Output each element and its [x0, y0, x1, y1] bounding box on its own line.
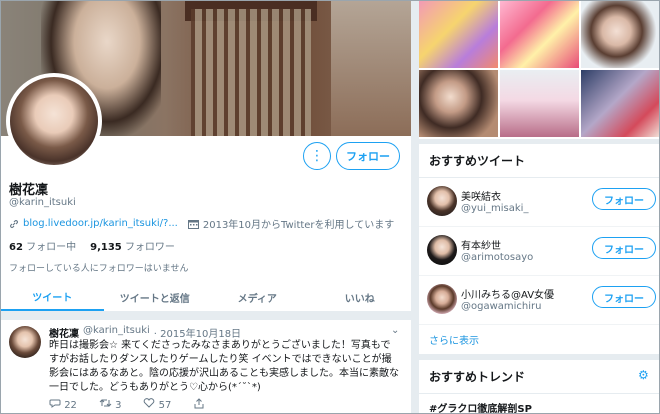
followers-label: フォロワー [124, 242, 175, 253]
like-count: 57 [158, 400, 172, 411]
suggested-user-name[interactable]: 美咲結衣 [461, 188, 501, 203]
photo-thumbnail[interactable] [581, 1, 659, 68]
separator [1, 312, 411, 320]
photo-grid [419, 1, 659, 139]
suggested-user-name[interactable]: 小川みちる@AV女優 [461, 286, 554, 301]
sidebar: おすすめツイート 美咲結衣 @yui_misaki_ フォロー 有本紗世 @ar… [419, 1, 659, 413]
followers-count: 9,135 [90, 242, 122, 253]
tweet-header: 樹花凜 @karin_itsuki · 2015年10月18日 [49, 325, 241, 340]
suggested-user-handle[interactable]: @arimotosayo [461, 252, 533, 263]
profile-column: ⋮ フォロー 樹花凜 @karin_itsuki blog.livedoor.j… [1, 1, 411, 413]
following-stat[interactable]: 62 フォロー中 [9, 238, 76, 253]
tweet-actions: 22 3 57 [49, 398, 205, 412]
follow-user-button[interactable]: フォロー [592, 237, 656, 259]
profile-website-link[interactable]: blog.livedoor.jp/karin_itsuki/?... [23, 218, 178, 229]
suggested-user: 小川みちる@AV女優 @ogawamichiru フォロー [419, 276, 659, 325]
avatar[interactable] [427, 284, 457, 314]
tweet[interactable]: 樹花凜 @karin_itsuki · 2015年10月18日 ⌄ 昨日は撮影会… [1, 320, 411, 413]
suggested-user-handle[interactable]: @yui_misaki_ [461, 203, 528, 214]
photo-thumbnail[interactable] [581, 70, 659, 137]
suggested-user: 有本紗世 @arimotosayo フォロー [419, 227, 659, 276]
reply-count: 22 [64, 400, 77, 411]
known-followers-note: フォローしている人にフォロワーはいません [9, 264, 189, 274]
photo-thumbnail[interactable] [419, 70, 498, 137]
profile-meta: blog.livedoor.jp/karin_itsuki/?... 2013年… [9, 216, 394, 231]
profile-tabs: ツイート ツイートと返信 メディア いいね [1, 284, 411, 312]
calendar-icon [187, 219, 199, 229]
banner-door [191, 9, 311, 136]
followers-stat[interactable]: 9,135 フォロワー [90, 238, 175, 253]
page: ⋮ フォロー 樹花凜 @karin_itsuki blog.livedoor.j… [0, 0, 660, 414]
reply-icon [49, 399, 61, 408]
retweet-icon [99, 399, 112, 407]
trend-item[interactable]: #グラクロ徹底解剖SP [419, 394, 659, 413]
tweet-author-handle[interactable]: @karin_itsuki [83, 325, 150, 340]
avatar[interactable] [427, 235, 457, 265]
reply-action[interactable]: 22 [49, 398, 77, 412]
more-options-button[interactable]: ⋮ [303, 142, 331, 170]
heart-icon [144, 398, 155, 408]
show-more-link[interactable]: さらに表示 [419, 325, 659, 354]
follow-button[interactable]: フォロー [336, 142, 400, 170]
share-icon [194, 398, 204, 409]
banner-wall [331, 1, 411, 136]
suggested-user-name[interactable]: 有本紗世 [461, 237, 501, 252]
like-action[interactable]: 57 [143, 398, 171, 412]
photo-thumbnail[interactable] [419, 1, 498, 68]
who-to-follow-card: おすすめツイート 美咲結衣 @yui_misaki_ フォロー 有本紗世 @ar… [419, 144, 659, 354]
gear-icon[interactable]: ⚙ [638, 368, 649, 382]
profile-name: 樹花凜 [9, 183, 49, 198]
suggested-user: 美咲結衣 @yui_misaki_ フォロー [419, 178, 659, 227]
follow-user-button[interactable]: フォロー [592, 286, 656, 308]
tweet-text: 昨日は撮影会☆ 来てくださったみなさまありがとうございました！写真もですがお話し… [49, 340, 399, 393]
avatar[interactable] [427, 186, 457, 216]
tab-tweets[interactable]: ツイート [1, 284, 104, 311]
tweet-date[interactable]: · 2015年10月18日 [154, 325, 241, 340]
share-action[interactable] [193, 398, 205, 412]
retweet-action[interactable]: 3 [99, 398, 122, 412]
link-icon [10, 219, 18, 228]
tab-likes[interactable]: いいね [309, 284, 412, 311]
tab-media[interactable]: メディア [206, 284, 309, 311]
retweet-count: 3 [115, 400, 122, 411]
trends-card: おすすめトレンド ⚙ #グラクロ徹底解剖SP [419, 360, 659, 413]
tab-tweets-and-replies[interactable]: ツイートと返信 [104, 284, 207, 311]
who-to-follow-title: おすすめツイート [419, 144, 659, 178]
profile-handle: @karin_itsuki [9, 197, 76, 208]
suggested-user-handle[interactable]: @ogawamichiru [461, 301, 541, 312]
photo-thumbnail[interactable] [500, 70, 579, 137]
profile-avatar[interactable] [6, 73, 102, 169]
joined-date: 2013年10月からTwitterを利用しています [202, 220, 395, 231]
tweet-author-name[interactable]: 樹花凜 [49, 325, 79, 340]
following-count: 62 [9, 242, 23, 253]
tweet-avatar[interactable] [9, 326, 41, 358]
following-label: フォロー中 [26, 242, 77, 253]
trends-title: おすすめトレンド [419, 360, 659, 394]
tweet-menu-chevron-down-icon[interactable]: ⌄ [391, 325, 399, 336]
photo-thumbnail[interactable] [500, 1, 579, 68]
follow-user-button[interactable]: フォロー [592, 188, 656, 210]
profile-stats: 62 フォロー中 9,135 フォロワー [9, 238, 175, 253]
